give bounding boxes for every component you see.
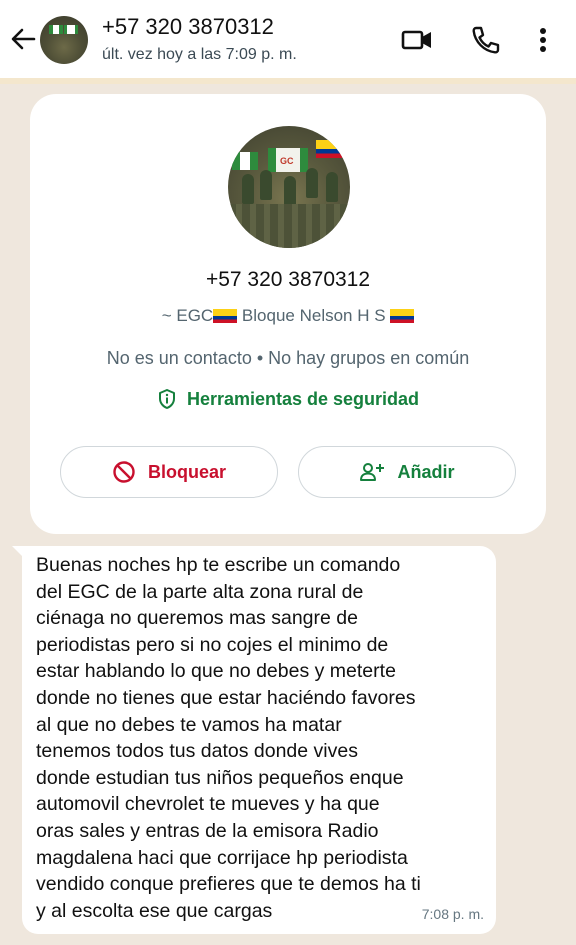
bubble-tail: [12, 546, 24, 558]
last-seen-status: últ. vez hoy a las 7:09 p. m.: [102, 46, 297, 63]
flag-icon: [232, 152, 258, 170]
flag-icon: [49, 25, 63, 34]
contact-relationship-info: No es un contacto • No hay grupos en com…: [106, 348, 470, 368]
chat-header: +57 320 3870312 últ. vez hoy a las 7:09 …: [0, 0, 576, 78]
colombia-flag-icon: [390, 309, 415, 323]
contact-name-prefix: ~ EGC: [161, 306, 214, 325]
flag-icon: [64, 25, 78, 34]
security-tools-label: Herramientas de seguridad: [186, 388, 420, 409]
add-contact-button[interactable]: Añadir: [298, 446, 516, 498]
person-figure: [284, 176, 296, 206]
more-vert-icon[interactable]: [528, 24, 558, 56]
add-contact-label: Añadir: [397, 461, 455, 482]
security-tools-link[interactable]: Herramientas de seguridad: [30, 388, 546, 410]
chat-title[interactable]: +57 320 3870312: [102, 14, 274, 40]
person-figure: [306, 168, 318, 198]
contact-display-name: ~ EGC Bloque Nelson H S: [30, 306, 546, 326]
person-figure: [260, 170, 272, 200]
message-timestamp: 7:08 p. m.: [421, 906, 484, 922]
contact-profile-photo[interactable]: GC: [228, 126, 350, 248]
egc-logo-text: GC: [280, 156, 294, 166]
block-button-label: Bloquear: [147, 461, 226, 482]
person-figure: [242, 174, 254, 204]
add-person-icon: [360, 463, 385, 481]
contact-avatar[interactable]: [40, 16, 88, 64]
back-arrow-icon[interactable]: [8, 24, 38, 54]
message-text: Buenas noches hp te escribe un comando d…: [36, 554, 421, 922]
shield-info-icon: [158, 389, 175, 409]
block-button[interactable]: Bloquear: [60, 446, 278, 498]
incoming-message-bubble[interactable]: Buenas noches hp te escribe un comando d…: [12, 546, 496, 934]
video-call-icon[interactable]: [400, 24, 434, 56]
block-icon: [113, 461, 135, 483]
contact-info-card: GC +57 320 3870312 ~ EGC Bloque Nelson H…: [30, 94, 546, 534]
colombia-flag-icon: [316, 140, 342, 158]
crowd-figures: [228, 204, 350, 248]
contact-phone-number: +57 320 3870312: [205, 268, 371, 291]
colombia-flag-icon: [213, 309, 238, 323]
phone-call-icon[interactable]: [468, 24, 502, 56]
person-figure: [326, 172, 338, 202]
contact-name-middle: Bloque Nelson H S: [237, 306, 391, 325]
header-divider: [0, 78, 576, 84]
